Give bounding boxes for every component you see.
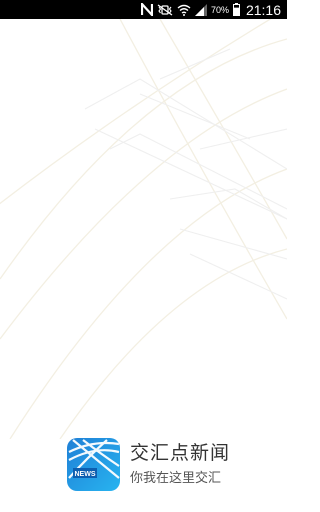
cell-signal-icon <box>194 0 207 19</box>
vibrate-off-icon <box>157 0 173 19</box>
nfc-icon <box>140 0 153 19</box>
clock: 21:16 <box>245 1 281 18</box>
status-bar: 70% 21:16 <box>0 0 287 19</box>
app-logo: NEWS <box>67 438 120 491</box>
battery-icon <box>232 0 240 19</box>
battery-percent: 70% <box>210 4 229 15</box>
logo-text: NEWS <box>75 471 96 478</box>
app-text: 交汇点新闻 你我在这里交汇 <box>130 442 230 487</box>
wifi-icon <box>177 0 191 19</box>
app-slogan: 你我在这里交汇 <box>130 471 222 486</box>
app-name: 交汇点新闻 <box>130 442 231 464</box>
background-watermark <box>0 19 287 439</box>
splash-brand: NEWS 交汇点新闻 你我在这里交汇 <box>67 438 230 491</box>
